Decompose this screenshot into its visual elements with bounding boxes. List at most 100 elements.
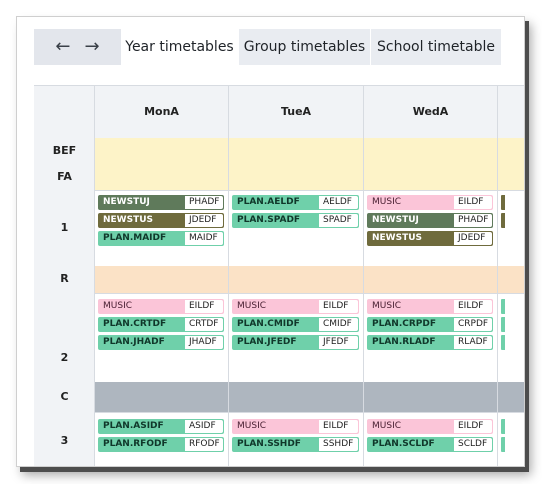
lesson-chip-partial[interactable] [501,317,505,332]
staff-code: SPADF [319,214,358,227]
lesson-chip[interactable]: PLAN.ASIDF ASIDF [98,419,224,434]
slot-cell[interactable] [364,382,498,412]
slot-cell[interactable] [95,164,229,190]
staff-code: ASIDF [185,420,223,433]
slot-cell: PLAN.ASIDF ASIDF PLAN.RFODF RFODF [95,412,229,466]
slot-cell[interactable] [229,382,364,412]
slot-cell: MUSIC EILDF PLAN.CRTDF CRTDF PLAN.JHADF JHA… [95,293,229,382]
lesson-chip[interactable]: PLAN.CMIDF CMIDF [232,317,359,332]
period-label-cell: 3 [34,412,95,466]
lesson-chip[interactable]: PLAN.SSHDF SSHDF [232,437,359,452]
staff-code: PHADF [185,196,223,209]
lesson-chip[interactable]: MUSIC EILDF [367,195,493,210]
lesson-chip-partial[interactable] [501,335,505,350]
lesson-chip-partial[interactable] [501,299,505,314]
lesson-chip[interactable]: NEWSTUS JDEDF [98,213,224,228]
staff-code: EILDF [454,196,492,209]
period-label-cell: 2 [34,293,95,382]
slot-cell: NEWSTUJ PHADF NEWSTUS JDEDF PLAN.MAIDF MAID… [95,190,229,266]
period-label: 2 [60,351,69,364]
slot-cell [498,412,524,466]
corner-cell [34,86,95,138]
lesson-chip[interactable]: NEWSTUJ PHADF [367,213,493,228]
lesson-chip[interactable]: PLAN.SPADF SPADF [232,213,359,228]
lesson-chip-partial[interactable] [501,419,505,434]
forward-arrow-icon[interactable]: → [85,38,100,56]
period-label: FA [57,170,72,183]
period-row-1: 1 NEWSTUJ PHADF NEWSTUS JDEDF PLAN.MAIDF MA… [34,190,524,267]
staff-code: JHADF [185,336,223,349]
lesson-name: NEWSTUJ [372,215,419,225]
lesson-name: MUSIC [237,421,267,431]
lesson-chip[interactable]: PLAN.RLADF RLADF [367,335,493,350]
slot-cell: MUSIC EILDF NEWSTUJ PHADF NEWSTUS JDEDF [364,190,498,266]
period-label: C [60,390,69,403]
lesson-name: PLAN.CRPDF [372,319,436,329]
staff-code: JDEDF [185,214,223,227]
lesson-chip[interactable]: MUSIC EILDF [367,419,493,434]
lesson-name: MUSIC [372,197,402,207]
lesson-chip[interactable]: PLAN.AELDF AELDF [232,195,359,210]
staff-code: EILDF [319,300,358,313]
slot-cell[interactable] [229,266,364,293]
toolbar: ← → Year timetables Group timetables Sch… [17,17,524,71]
lesson-chip-partial[interactable] [501,437,505,452]
lesson-chip[interactable]: MUSIC EILDF [367,299,493,314]
slot-cell[interactable] [364,164,498,190]
lesson-chip[interactable]: PLAN.JFEDF JFEDF [232,335,359,350]
slot-cell[interactable] [95,382,229,412]
day-header-tue: TueA [229,86,364,138]
slot-cell[interactable] [498,138,524,164]
lesson-chip[interactable]: PLAN.RFODF RFODF [98,437,224,452]
lesson-name: PLAN.CRTDF [103,319,167,329]
slot-cell[interactable] [498,266,524,293]
slot-cell[interactable] [229,138,364,164]
lesson-name: PLAN.JFEDF [237,337,297,347]
slot-cell [498,293,524,382]
lesson-name: PLAN.SSHDF [237,439,301,449]
period-label-cell: R [34,266,95,293]
period-row-fa: FA [34,164,524,191]
slot-cell[interactable] [229,164,364,190]
slot-cell[interactable] [364,266,498,293]
slot-cell[interactable] [95,138,229,164]
lesson-chip-partial[interactable] [501,195,505,210]
lesson-name: PLAN.RLADF [372,337,436,347]
period-row-3: 3 PLAN.ASIDF ASIDF PLAN.RFODF RFODF MUSIC E… [34,412,524,466]
tab-school-timetable[interactable]: School timetable [371,29,501,65]
lesson-chip[interactable]: MUSIC EILDF [98,299,224,314]
slot-cell: MUSIC EILDF PLAN.SCLDF SCLDF [364,412,498,466]
lesson-chip[interactable]: PLAN.JHADF JHADF [98,335,224,350]
tab-year-timetables[interactable]: Year timetables [121,29,238,65]
lesson-chip[interactable]: PLAN.CRTDF CRTDF [98,317,224,332]
slot-cell[interactable] [95,266,229,293]
lesson-chip-partial[interactable] [501,213,505,228]
tab-group-timetables[interactable]: Group timetables [239,29,370,65]
staff-code: CRPDF [454,318,492,331]
lesson-chip[interactable]: PLAN.CRPDF CRPDF [367,317,493,332]
staff-code: CMIDF [319,318,358,331]
slot-cell[interactable] [498,382,524,412]
day-header-wed: WedA [364,86,498,138]
staff-code: CRTDF [185,318,223,331]
slot-cell[interactable] [364,138,498,164]
staff-code: AELDF [319,196,358,209]
lesson-name: NEWSTUJ [103,197,150,207]
period-label: 3 [60,434,69,447]
lesson-chip[interactable]: NEWSTUJ PHADF [98,195,224,210]
lesson-chip[interactable]: NEWSTUS JDEDF [367,231,493,246]
lesson-name: PLAN.AELDF [237,197,300,207]
back-arrow-icon[interactable]: ← [55,38,70,56]
slot-cell [498,190,524,266]
day-label: WedA [412,105,449,118]
timetable-panel: ← → Year timetables Group timetables Sch… [16,16,525,467]
lesson-name: PLAN.CMIDF [237,319,300,329]
period-label-cell: C [34,382,95,412]
lesson-chip[interactable]: PLAN.MAIDF MAIDF [98,231,224,246]
lesson-chip[interactable]: MUSIC EILDF [232,419,359,434]
slot-cell[interactable] [498,164,524,190]
lesson-chip[interactable]: PLAN.SCLDF SCLDF [367,437,493,452]
staff-code: SSHDF [319,438,358,451]
lesson-chip[interactable]: MUSIC EILDF [232,299,359,314]
period-label-cell: FA [34,164,95,190]
